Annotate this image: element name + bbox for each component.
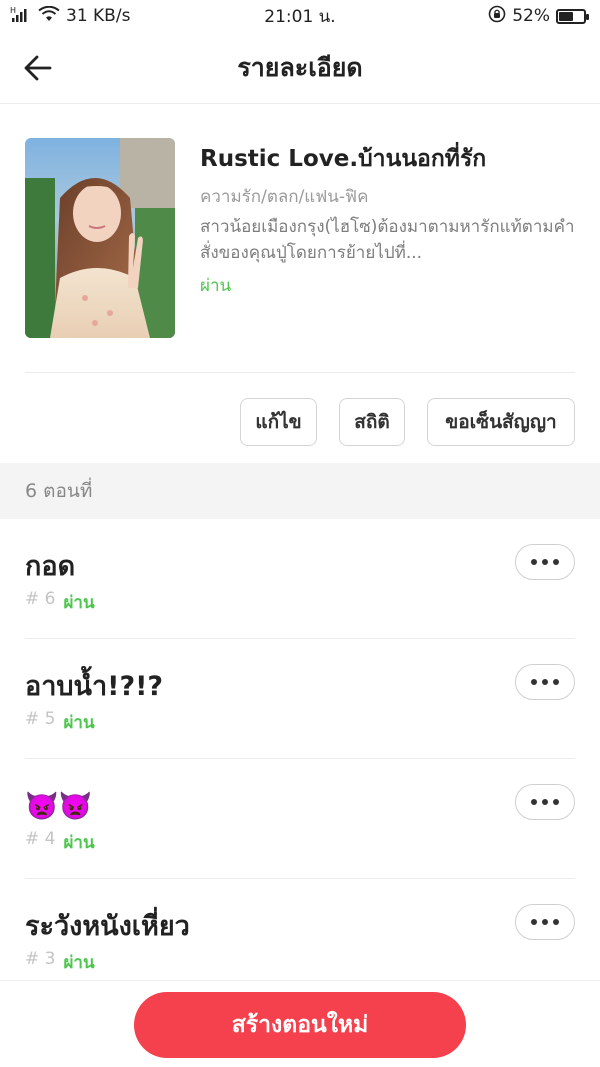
more-icon xyxy=(531,919,537,925)
rotation-lock-icon xyxy=(488,5,506,28)
back-button[interactable] xyxy=(16,46,60,90)
arrow-left-icon xyxy=(24,55,52,81)
book-info: Rustic Love.บ้านนอกที่รัก ความรัก/ตลก/แฟ… xyxy=(200,142,575,299)
more-options-button[interactable] xyxy=(515,544,575,580)
episode-status: ผ่าน xyxy=(63,593,95,613)
book-genre: ความรัก/ตลก/แฟน-ฟิค xyxy=(200,187,369,207)
action-buttons: แก้ไข สถิติ ขอเซ็นสัญญา xyxy=(240,398,575,446)
book-status: ผ่าน xyxy=(200,276,232,296)
episodes-count: 6 ตอนที่ xyxy=(25,480,93,502)
page-title: รายละเอียด xyxy=(237,52,363,82)
more-options-button[interactable] xyxy=(515,664,575,700)
book-cover-image xyxy=(25,138,175,338)
episode-title: กอด xyxy=(25,551,76,582)
app-header: รายละเอียด xyxy=(0,32,600,104)
more-options-button[interactable] xyxy=(515,784,575,820)
episode-status: ผ่าน xyxy=(63,713,95,733)
episodes-section-header: 6 ตอนที่ xyxy=(0,463,600,519)
episode-item[interactable]: 👿👿 # 4 ผ่าน xyxy=(25,759,575,879)
wifi-icon xyxy=(38,5,60,27)
episode-meta: # 5 ผ่าน xyxy=(25,709,95,736)
status-left: H 31 KB/s xyxy=(10,5,131,27)
svg-text:H: H xyxy=(10,6,16,15)
book-title: Rustic Love.บ้านนอกที่รัก xyxy=(200,146,487,172)
network-speed: 31 KB/s xyxy=(66,6,131,26)
episode-number: # 3 xyxy=(25,949,56,969)
episode-meta: # 6 ผ่าน xyxy=(25,589,95,616)
edit-button[interactable]: แก้ไข xyxy=(240,398,317,446)
request-contract-button[interactable]: ขอเซ็นสัญญา xyxy=(427,398,575,446)
episode-status: ผ่าน xyxy=(63,953,95,973)
battery-fill xyxy=(559,11,573,21)
episode-number: # 5 xyxy=(25,709,56,729)
stats-button[interactable]: สถิติ xyxy=(339,398,405,446)
episode-item[interactable]: กอด # 6 ผ่าน xyxy=(25,519,575,639)
book-description: สาวน้อยเมืองกรุง(ไฮโซ)ต้องมาตามหารักแท้ต… xyxy=(200,217,575,263)
bottom-bar: สร้างตอนใหม่ xyxy=(0,980,600,1067)
book-summary: Rustic Love.บ้านนอกที่รัก ความรัก/ตลก/แฟ… xyxy=(25,138,575,338)
more-options-button[interactable] xyxy=(515,904,575,940)
episode-item[interactable]: อาบน้ำ!?!? # 5 ผ่าน xyxy=(25,639,575,759)
episode-title: 👿👿 xyxy=(25,791,93,822)
signal-icon: H xyxy=(10,6,32,27)
more-icon xyxy=(531,679,537,685)
battery-icon xyxy=(556,8,589,24)
episode-meta: # 3 ผ่าน xyxy=(25,949,95,976)
status-bar: H 31 KB/s 21:01 น. 52% xyxy=(0,0,600,32)
divider xyxy=(25,372,575,373)
status-right: 52% xyxy=(488,5,589,28)
more-icon xyxy=(531,799,537,805)
more-icon xyxy=(531,559,537,565)
episode-title: อาบน้ำ!?!? xyxy=(25,671,164,702)
episode-title: ระวังหนังเหี่ยว xyxy=(25,911,190,942)
create-episode-button[interactable]: สร้างตอนใหม่ xyxy=(134,992,466,1058)
battery-percent: 52% xyxy=(512,6,550,26)
episode-meta: # 4 ผ่าน xyxy=(25,829,95,856)
episode-status: ผ่าน xyxy=(63,833,95,853)
episode-number: # 4 xyxy=(25,829,56,849)
episode-list: กอด # 6 ผ่าน อาบน้ำ!?!? # 5 ผ่าน 👿👿 # 4 … xyxy=(0,519,600,999)
episode-number: # 6 xyxy=(25,589,56,609)
